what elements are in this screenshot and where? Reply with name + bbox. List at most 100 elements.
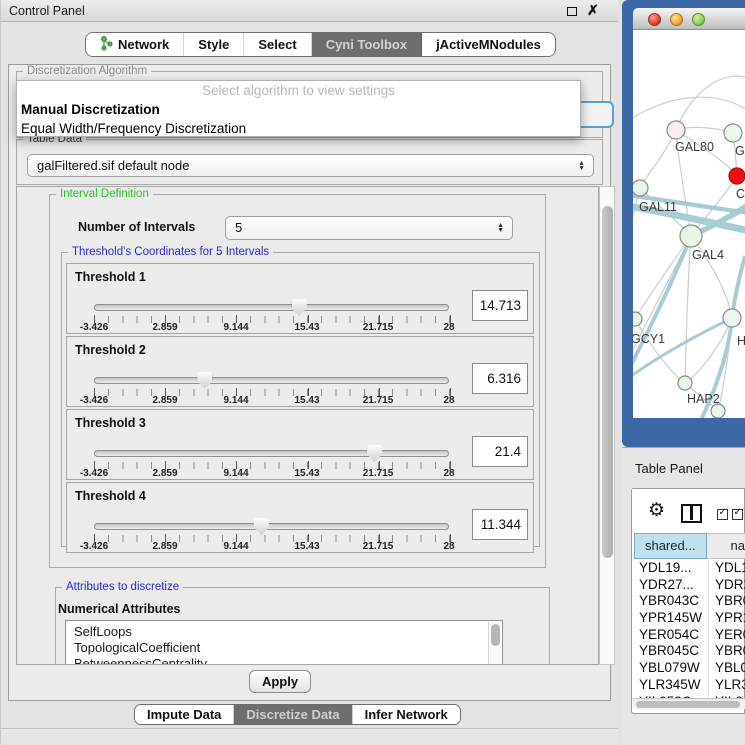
zoom-traffic-light[interactable] [692,13,705,26]
combobox-stepper-icon: ▲▼ [578,161,585,171]
network-node[interactable] [667,121,685,139]
bottom-strip [1,728,618,745]
threshold-2-tick-labels: -3.426 2.859 9.144 15.43 21.715 28 [94,395,449,407]
threshold-4-label: Threshold 4 [75,489,146,503]
threshold-1-tick-labels: -3.426 2.859 9.144 15.43 21.715 28 [94,322,449,334]
dropdown-option-manual-discretization[interactable]: Manual Discretization [17,100,580,119]
threshold-1-label: Threshold 1 [75,270,146,284]
app-root: Control Panel ✗ Network Style Select [0,0,745,745]
settings-viewport: Interval Definition Number of Intervals … [16,186,599,665]
table-data-combobox[interactable]: galFiltered.sif default node ▲▼ [27,154,594,177]
threshold-3-slider[interactable] [94,450,449,457]
threshold-1-slider[interactable] [94,304,449,311]
threshold-4-slider[interactable] [94,523,449,530]
checkbox-icon[interactable] [732,509,743,520]
close-icon[interactable]: ✗ [587,2,599,19]
top-tab-bar: Network Style Select Cyni Toolbox jActiv… [85,32,556,57]
minimize-traffic-light[interactable] [670,13,683,26]
table-row[interactable]: YDR27...YDR2 [634,577,745,594]
threshold-3-box: Threshold 3 -3.426 2.859 9.144 15.43 21.… [66,409,534,480]
tab-select-label: Select [258,37,296,52]
tab-style[interactable]: Style [184,33,244,56]
table-row[interactable]: YLR345WYLR3 [634,677,745,694]
network-window-titlebar[interactable] [633,8,745,30]
dropdown-prompt-option[interactable]: Select algorithm to view settings [17,81,580,100]
table-data-selected-value: galFiltered.sif default node [37,155,189,177]
network-node-label: GAL4 [692,248,724,262]
network-node[interactable] [680,225,702,247]
tab-jactivemnodules[interactable]: jActiveMNodules [422,33,555,56]
attributes-list-scrollbar[interactable] [488,622,501,665]
gear-icon[interactable]: ⚙ [648,499,665,522]
number-of-intervals-spinner[interactable]: 5 ▲▼ [225,216,513,240]
tab-cyni-toolbox[interactable]: Cyni Toolbox [312,33,422,56]
number-of-intervals-label: Number of Intervals [78,220,195,234]
table-row[interactable]: YBL079WYBL0 [634,660,745,677]
table-horizontal-scrollbar[interactable] [633,698,745,709]
list-item[interactable]: TopologicalCoefficient [66,640,502,656]
split-columns-icon[interactable] [681,504,702,523]
threshold-1-value-field[interactable]: 14.713 [472,290,528,321]
network-node[interactable] [633,312,642,326]
network-node[interactable] [724,124,742,142]
control-panel-titlebar: Control Panel ✗ [1,0,618,22]
tab-cyni-toolbox-label: Cyni Toolbox [326,37,407,52]
checkbox-icon[interactable] [717,509,728,520]
dropdown-option-equal-width-frequency[interactable]: Equal Width/Frequency Discretization [17,119,580,138]
threshold-2-box: Threshold 2 -3.426 2.859 9.144 15.43 21.… [66,336,534,407]
attributes-group-title: Attributes to discretize [62,581,183,593]
threshold-3-label: Threshold 3 [75,416,146,430]
apply-button[interactable]: Apply [249,670,311,693]
network-node-label: C [736,187,745,201]
list-item[interactable]: SelfLoops [66,621,502,640]
table-row[interactable]: YBR045CYBR0 [634,643,745,660]
tab-infer-network[interactable]: Infer Network [353,705,460,724]
network-node-label: GAL11 [639,200,677,214]
threshold-4-value-field[interactable]: 11.344 [472,509,528,540]
table-toolbar: ⚙ [632,489,744,533]
scrollbar-thumb[interactable] [636,701,740,708]
float-window-icon[interactable] [567,7,577,16]
table-panel-title: Table Panel [635,461,703,476]
threshold-2-slider[interactable] [94,377,449,384]
cyni-content-frame: Discretization Algorithm Table Data galF… [8,64,611,701]
threshold-4-slider-handle[interactable] [254,518,269,535]
bottom-tab-bar: Impute Data Discretize Data Infer Networ… [134,704,461,725]
network-node-label: H [737,334,745,348]
network-node-label: GAL80 [675,140,714,154]
control-panel-title: Control Panel [9,4,85,18]
tab-network[interactable]: Network [86,33,184,56]
network-node[interactable] [678,376,692,390]
table-row[interactable]: YER054CYER0 [634,627,745,644]
table-row[interactable]: YBR043CYBR0 [634,593,745,610]
threshold-2-slider-handle[interactable] [197,372,212,389]
threshold-4-box: Threshold 4 -3.426 2.859 9.144 15.43 21.… [66,482,534,553]
threshold-3-slider-handle[interactable] [367,445,382,462]
table-row[interactable]: YDL19...YDL1 [634,560,745,577]
algorithm-dropdown-popup: Select algorithm to view settings Manual… [16,80,581,137]
threshold-1-slider-handle[interactable] [292,299,307,316]
threshold-4-tick-labels: -3.426 2.859 9.144 15.43 21.715 28 [94,541,449,553]
network-node[interactable] [711,404,725,418]
tab-select[interactable]: Select [244,33,311,56]
column-header-shared-name[interactable]: shared... [634,533,707,559]
threshold-3-value-field[interactable]: 21.4 [472,436,528,467]
close-traffic-light[interactable] [648,13,661,26]
tab-impute-data[interactable]: Impute Data [135,705,234,724]
discretization-algorithm-group-title: Discretization Algorithm [23,65,151,77]
network-canvas[interactable]: GAL80GACGAL11GAL4GCY1HHAP2 [633,30,745,418]
list-item[interactable]: BetweennessCentrality [66,656,502,665]
threshold-2-value-field[interactable]: 6.316 [472,363,528,394]
settings-vertical-scrollbar[interactable] [599,186,615,665]
tab-discretize-data[interactable]: Discretize Data [234,705,352,724]
spinner-stepper-icon: ▲▼ [497,223,504,233]
column-header-name[interactable]: na [707,533,745,559]
network-node[interactable] [633,180,648,196]
thresholds-group-title: Threshold's Coordinates for 5 Intervals [68,246,273,258]
table-row[interactable]: YPR145WYPR1 [634,610,745,627]
scrollbar-thumb[interactable] [602,206,613,558]
network-node[interactable] [729,168,745,184]
numerical-attributes-list[interactable]: SelfLoops TopologicalCoefficient Between… [65,620,503,665]
tab-style-label: Style [198,37,229,52]
network-node[interactable] [723,309,741,327]
